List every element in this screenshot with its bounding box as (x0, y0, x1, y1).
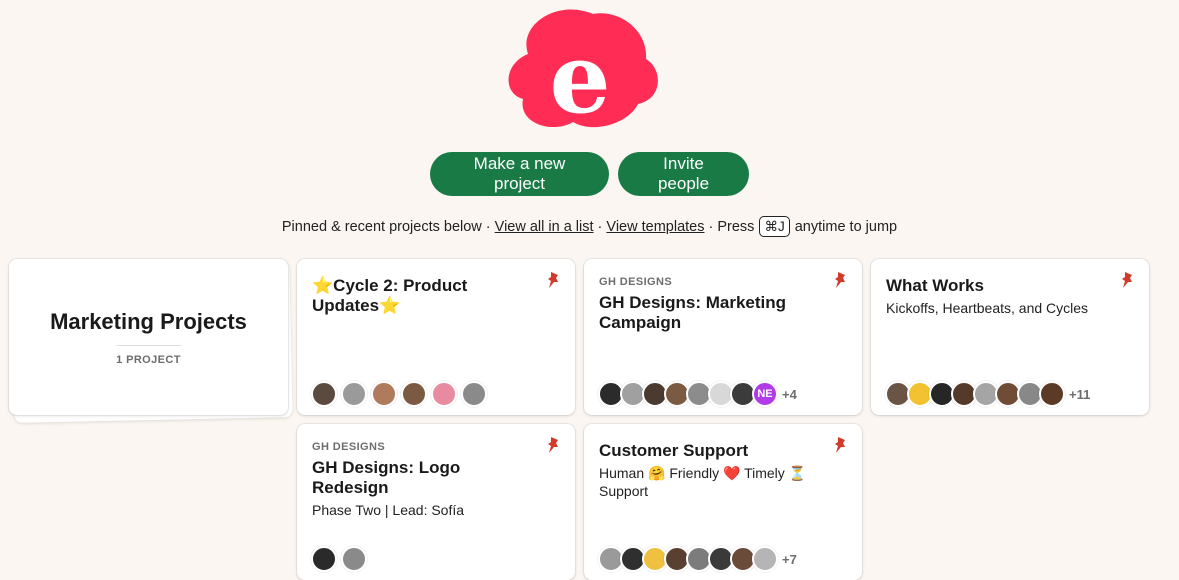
project-group: GH DESIGNS (312, 441, 386, 453)
avatar-list: +7 (598, 546, 797, 572)
hint-sep: · (593, 219, 607, 235)
pin-icon[interactable] (1119, 271, 1135, 289)
pin-icon[interactable] (832, 271, 848, 289)
make-new-project-button[interactable]: Make a new project (430, 152, 609, 196)
avatar[interactable] (461, 381, 487, 407)
avatar[interactable] (341, 381, 367, 407)
avatar[interactable] (1039, 381, 1065, 407)
avatar[interactable] (371, 381, 397, 407)
hint-prefix: Pinned & recent projects below · (281, 219, 495, 235)
jump-hint: Pinned & recent projects below · View al… (0, 216, 1179, 237)
avatar-initials[interactable]: NE (752, 381, 778, 407)
project-stack-marketing[interactable]: Marketing Projects 1 PROJECT (9, 259, 288, 415)
project-card[interactable]: ⭐Cycle 2: Product Updates⭐ (297, 259, 575, 415)
project-group: GH DESIGNS (599, 276, 673, 288)
avatar[interactable] (341, 546, 367, 572)
stack-divider (116, 345, 181, 346)
shortcut-key: ⌘J (759, 216, 790, 237)
project-card[interactable]: Customer Support Human 🤗 Friendly ❤️ Tim… (584, 424, 862, 580)
project-title: GH Designs: Logo Redesign (312, 458, 461, 497)
avatar-list (311, 546, 371, 572)
pin-icon[interactable] (832, 436, 848, 454)
avatar[interactable] (311, 546, 337, 572)
view-templates-link[interactable]: View templates (606, 219, 704, 235)
app-logo[interactable]: e (498, 4, 660, 136)
invite-people-button[interactable]: Invite people (618, 152, 749, 196)
project-card[interactable]: GH DESIGNS GH Designs: Logo Redesign Pha… (297, 424, 575, 580)
avatar[interactable] (401, 381, 427, 407)
project-title: ⭐Cycle 2: Product Updates⭐ (312, 276, 468, 315)
avatar[interactable] (752, 546, 778, 572)
avatar-list (311, 381, 491, 407)
more-people-count: +7 (782, 551, 797, 567)
hint-suffix: anytime to jump (790, 219, 898, 235)
project-card[interactable]: GH DESIGNS GH Designs: Marketing Campaig… (584, 259, 862, 415)
project-description: Human 🤗 Friendly ❤️ Timely ⏳ Support (599, 465, 807, 499)
stack-title: Marketing Projects (50, 309, 247, 334)
project-description: Kickoffs, Heartbeats, and Cycles (886, 300, 1089, 316)
avatar[interactable] (311, 381, 337, 407)
project-description: Phase Two | Lead: Sofía (312, 502, 465, 518)
hint-press: · Press (704, 219, 759, 235)
more-people-count: +11 (1069, 386, 1091, 402)
primary-actions: Make a new project Invite people (0, 152, 1179, 196)
view-all-link[interactable]: View all in a list (495, 219, 594, 235)
avatar[interactable] (431, 381, 457, 407)
avatar-list: +11 (885, 381, 1090, 407)
project-title: GH Designs: Marketing Campaign (599, 293, 787, 332)
avatar-list: NE +4 (598, 381, 797, 407)
pin-icon[interactable] (545, 436, 561, 454)
more-people-count: +4 (782, 386, 797, 402)
project-title: What Works (886, 276, 984, 295)
pin-icon[interactable] (545, 271, 561, 289)
projects-home: e Make a new project Invite people Pinne… (0, 0, 1179, 580)
project-card[interactable]: What Works Kickoffs, Heartbeats, and Cyc… (871, 259, 1149, 415)
stack-count: 1 PROJECT (116, 354, 181, 366)
project-title: Customer Support (599, 441, 749, 460)
svg-text:e: e (549, 22, 610, 135)
